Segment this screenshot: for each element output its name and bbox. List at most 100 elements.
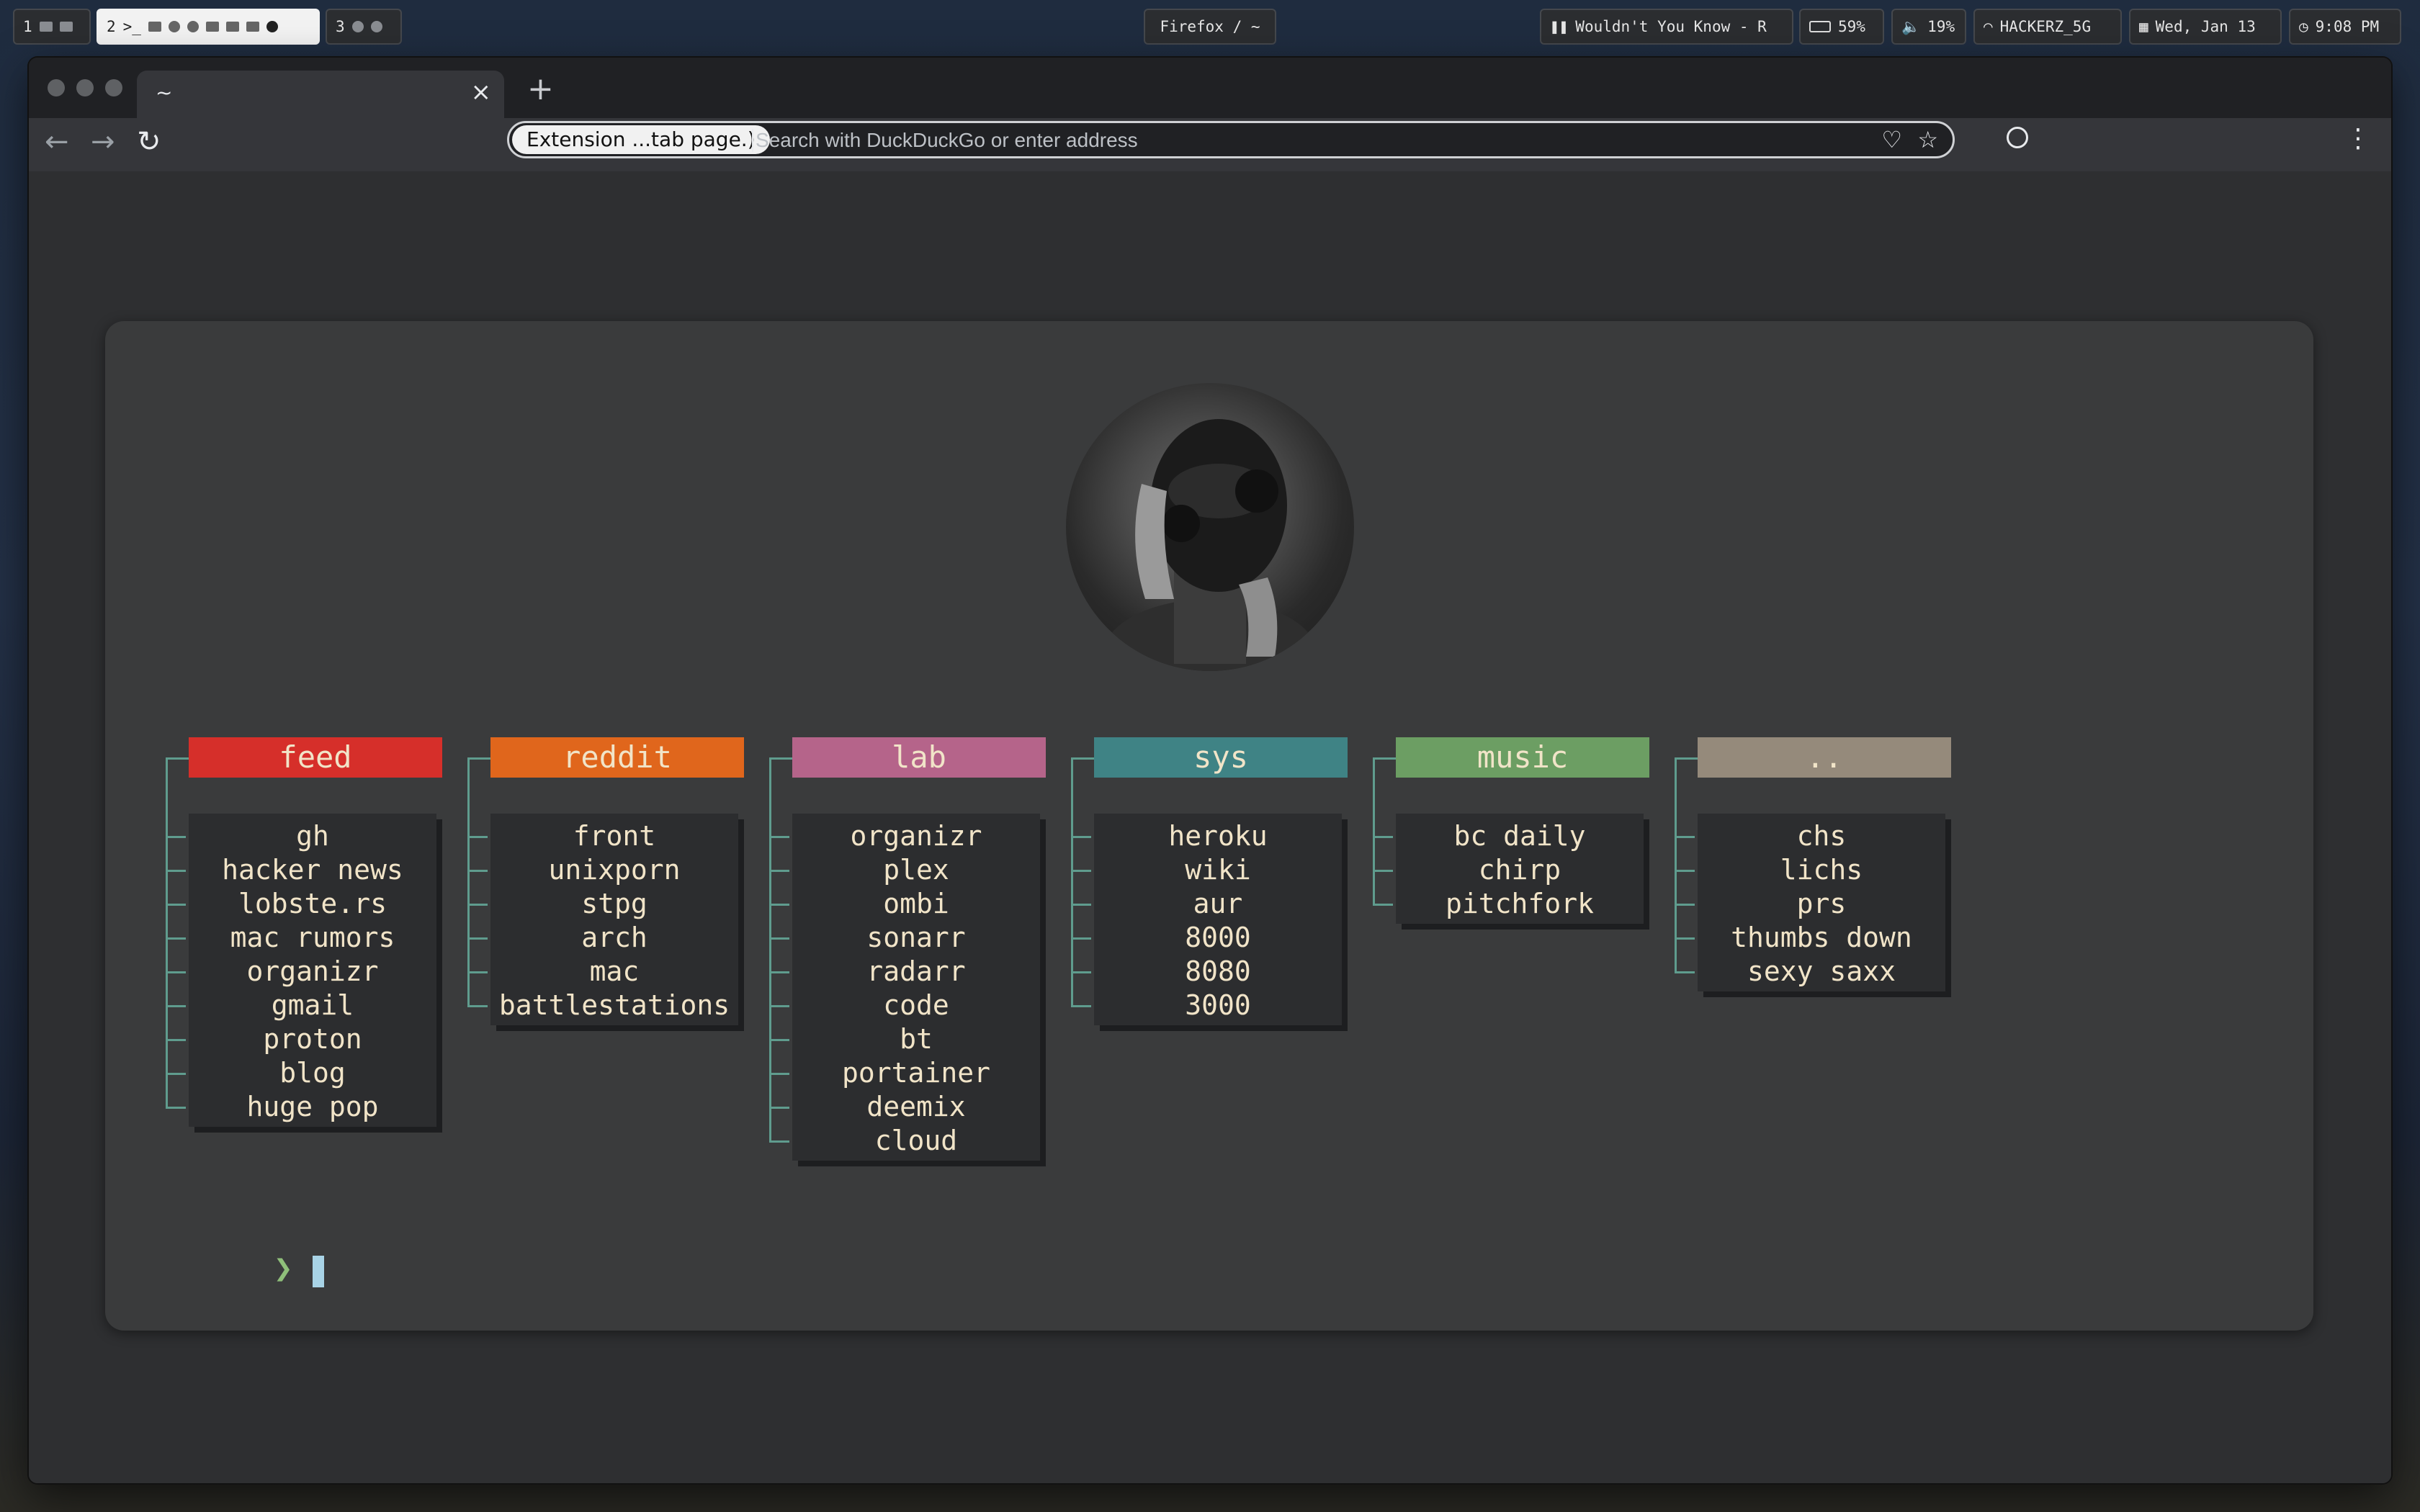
tree-branch: [769, 870, 789, 872]
address-bar[interactable]: Extension ...tab page.) ♡ ☆: [507, 121, 1955, 158]
tree-branch: [1675, 757, 1698, 760]
tree-branch: [166, 937, 186, 940]
tab-active[interactable]: ~ ×: [137, 71, 504, 118]
bookmark-link[interactable]: battlestations: [467, 989, 738, 1022]
bookmark-link[interactable]: lobste.rs: [166, 887, 436, 921]
tree-branch: [1675, 836, 1695, 838]
bookmark-label: bc daily: [1453, 820, 1586, 852]
reload-button[interactable]: ↻: [137, 125, 161, 158]
bookmark-link[interactable]: sexy saxx: [1675, 955, 1945, 989]
window-icon: [39, 22, 53, 32]
battery-indicator[interactable]: 59%: [1799, 9, 1884, 45]
text-caret: [752, 129, 753, 152]
bookmark-label: ombi: [883, 888, 949, 919]
tab-title: ~: [156, 81, 173, 104]
bookmark-link[interactable]: plex: [769, 853, 1040, 887]
tree-branch: [1071, 937, 1091, 940]
bookmark-link[interactable]: unixporn: [467, 853, 738, 887]
bookmark-link[interactable]: aur: [1071, 887, 1342, 921]
bookmark-link[interactable]: 8000: [1071, 921, 1342, 955]
bookmark-link[interactable]: wiki: [1071, 853, 1342, 887]
bookmark-link[interactable]: gh: [166, 819, 436, 853]
bookmark-link[interactable]: deemix: [769, 1090, 1040, 1124]
masked-figure-image: [1102, 419, 1318, 671]
group-title: reddit: [490, 737, 744, 778]
bookmark-link[interactable]: proton: [166, 1022, 436, 1056]
bookmark-link[interactable]: lichs: [1675, 853, 1945, 887]
bookmark-link[interactable]: bc daily: [1373, 819, 1644, 853]
clock-indicator[interactable]: ◷ 9:08 PM: [2289, 9, 2401, 45]
tree-line: [467, 757, 471, 1005]
bookmark-link[interactable]: 8080: [1071, 955, 1342, 989]
startpage-card: feed gh hacker news lobste.rs mac rumors orga…: [105, 321, 2313, 1331]
tree-branch: [1373, 870, 1393, 872]
date-indicator[interactable]: ▦ Wed, Jan 13: [2129, 9, 2282, 45]
workspace-1[interactable]: 1: [13, 9, 91, 45]
bookmark-link[interactable]: radarr: [769, 955, 1040, 989]
bookmark-label: front: [573, 820, 656, 852]
new-tab-button[interactable]: +: [527, 71, 554, 107]
forward-button[interactable]: →: [91, 125, 115, 158]
window-zoom-dot[interactable]: [105, 79, 122, 96]
bookmark-link[interactable]: prs: [1675, 887, 1945, 921]
speaker-icon: 🔈: [1901, 17, 1921, 35]
bookmark-link[interactable]: organizr: [166, 955, 436, 989]
bookmark-link[interactable]: bt: [769, 1022, 1040, 1056]
bookmark-link[interactable]: organizr: [769, 819, 1040, 853]
volume-indicator[interactable]: 🔈 19%: [1891, 9, 1966, 45]
bookmark-link[interactable]: chs: [1675, 819, 1945, 853]
volume-level: 19%: [1927, 18, 1955, 35]
back-button[interactable]: ←: [45, 125, 69, 158]
bookmark-link[interactable]: heroku: [1071, 819, 1342, 853]
menu-icon[interactable]: ⋮: [2345, 124, 2371, 153]
bookmark-link[interactable]: arch: [467, 921, 738, 955]
extension-identity-chip[interactable]: Extension ...tab page.): [512, 125, 770, 154]
tree-branch: [166, 836, 186, 838]
group-title: sys: [1094, 737, 1348, 778]
wifi-indicator[interactable]: ◠ HACKERZ_5G: [1973, 9, 2122, 45]
extension-icon[interactable]: [2007, 127, 2028, 148]
window-close-dot[interactable]: [48, 79, 65, 96]
tree-branch: [1373, 757, 1396, 760]
address-input[interactable]: [754, 123, 1866, 158]
bookmark-star-icon[interactable]: ☆: [1917, 126, 1938, 153]
workspace-2[interactable]: 2 >_: [97, 9, 320, 45]
tree-branch: [1071, 1005, 1091, 1007]
bookmark-link[interactable]: blog: [166, 1056, 436, 1090]
bookmark-link[interactable]: ombi: [769, 887, 1040, 921]
tree-branch: [1675, 937, 1695, 940]
bookmark-link[interactable]: gmail: [166, 989, 436, 1022]
bookmark-link[interactable]: mac rumors: [166, 921, 436, 955]
bookmark-link[interactable]: stpg: [467, 887, 738, 921]
bookmark-link[interactable]: sonarr: [769, 921, 1040, 955]
close-tab-icon[interactable]: ×: [471, 78, 492, 107]
tree-branch: [1071, 870, 1091, 872]
bookmark-link[interactable]: code: [769, 989, 1040, 1022]
bookmark-link[interactable]: portainer: [769, 1056, 1040, 1090]
bookmark-link[interactable]: pitchfork: [1373, 887, 1644, 921]
pocket-icon[interactable]: ♡: [1881, 126, 1902, 153]
bookmark-label: lichs: [1780, 854, 1863, 886]
tree-branch: [769, 904, 789, 906]
workspace-3[interactable]: 3: [326, 9, 402, 45]
bookmark-link[interactable]: mac: [467, 955, 738, 989]
bookmark-link[interactable]: chirp: [1373, 853, 1644, 887]
prompt-cursor[interactable]: [313, 1256, 324, 1287]
bookmark-link[interactable]: thumbs down: [1675, 921, 1945, 955]
bookmark-link[interactable]: huge pop: [166, 1090, 436, 1124]
prompt-arrow-icon: ❯: [274, 1250, 293, 1287]
tree-branch: [769, 1073, 789, 1075]
bookmark-link[interactable]: front: [467, 819, 738, 853]
tree-branch: [1071, 971, 1091, 973]
bookmark-link[interactable]: hacker news: [166, 853, 436, 887]
terminal-icon: >_: [122, 18, 141, 35]
bookmark-link[interactable]: cloud: [769, 1124, 1040, 1158]
window-minimize-dot[interactable]: [76, 79, 94, 96]
now-playing[interactable]: ❚❚ Wouldn't You Know - R: [1540, 9, 1793, 45]
tree-branch: [166, 870, 186, 872]
mail-icon: [246, 22, 259, 32]
tree-branch: [166, 1039, 186, 1041]
window-icon: [59, 22, 73, 32]
app-icon: [168, 21, 180, 32]
bookmark-link[interactable]: 3000: [1071, 989, 1342, 1022]
